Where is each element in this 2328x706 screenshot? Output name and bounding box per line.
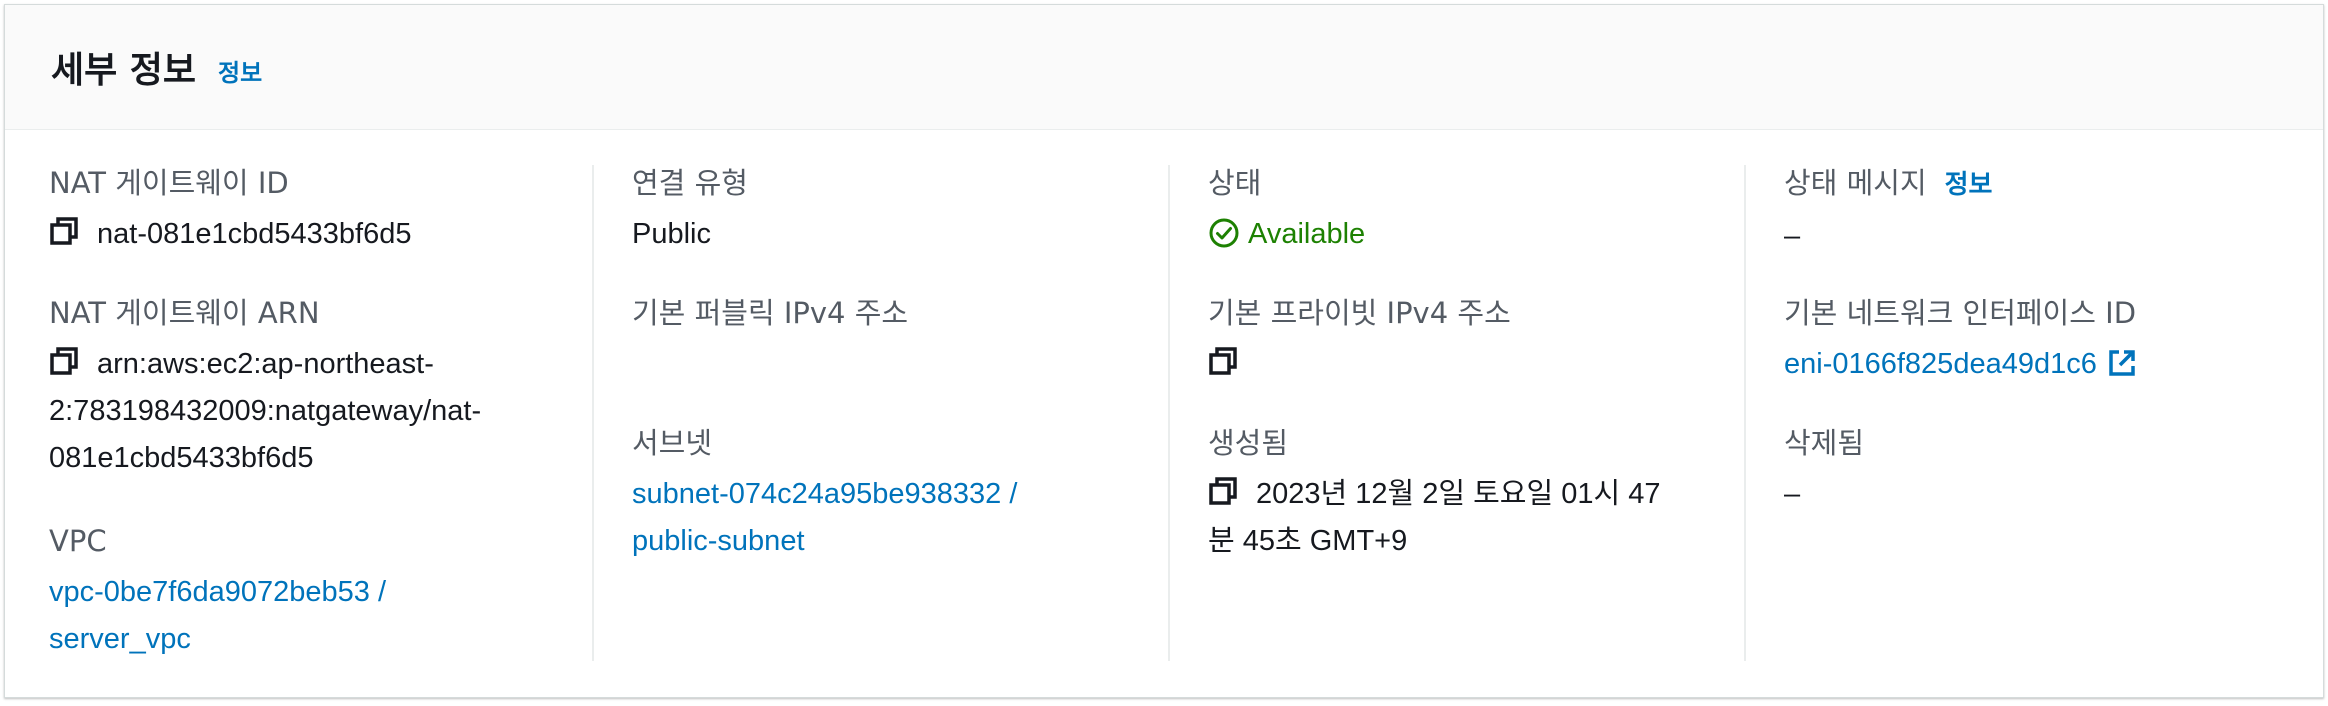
state-message-info-link[interactable]: 정보 [1945,170,1993,200]
subnet-line-1[interactable]: subnet-074c24a95be938332 / [632,478,1017,510]
state-message-label: 상태 메시지 정보 [1784,165,2319,203]
panel-title: 세부 정보 [51,50,197,91]
connectivity-type-value: Public [632,218,711,250]
vpc-field: VPC vpc-0be7f6da9072beb53 / server_vpc [49,523,591,663]
arn-line-1: arn:aws:ec2:ap-northeast- [97,348,434,380]
vpc-link[interactable]: vpc-0be7f6da9072beb53 / server_vpc [49,569,591,663]
network-interface-label: 기본 네트워크 인터페이스 ID [1784,296,2137,330]
state-message-label-text: 상태 메시지 [1784,166,1927,200]
details-column-1: NAT 게이트웨이 ID nat-081e1cbd5433bf6d5 NAT 게… [49,165,591,661]
copy-icon[interactable] [1208,346,1238,376]
state-label: 상태 [1208,166,1262,200]
public-ipv4-field: 기본 퍼블릭 IPv4 주소 [632,295,1167,341]
arn-line-2: 2:783198432009:natgateway/nat- [49,395,482,427]
nat-gateway-id-text: nat-081e1cbd5433bf6d5 [97,218,412,250]
created-field: 생성됨 2023년 12월 2일 토요일 01시 47 분 45초 GMT+9 [1208,425,1743,565]
connectivity-type-field: 연결 유형 Public [632,165,1167,258]
subnet-link[interactable]: subnet-074c24a95be938332 / public-subnet [632,471,1167,565]
network-interface-field: 기본 네트워크 인터페이스 ID eni-0166f825dea49d1c6 [1784,295,2319,388]
subnet-label: 서브넷 [632,426,713,460]
details-grid: NAT 게이트웨이 ID nat-081e1cbd5433bf6d5 NAT 게… [5,165,2323,661]
network-interface-id[interactable]: eni-0166f825dea49d1c6 [1784,348,2097,380]
private-ipv4-field: 기본 프라이빗 IPv4 주소 [1208,295,1743,388]
vpc-line-2[interactable]: server_vpc [49,623,191,655]
private-ipv4-label: 기본 프라이빗 IPv4 주소 [1208,296,1511,330]
created-label: 생성됨 [1208,426,1289,460]
private-ipv4-value [1208,341,1743,388]
details-panel: 세부 정보 정보 NAT 게이트웨이 ID nat-081e1cbd5433bf… [4,4,2324,698]
nat-gateway-id-field: NAT 게이트웨이 ID nat-081e1cbd5433bf6d5 [49,165,591,258]
details-column-2: 연결 유형 Public 기본 퍼블릭 IPv4 주소 서브넷 subnet-0… [592,165,1167,661]
nat-gateway-arn-value: arn:aws:ec2:ap-northeast- 2:783198432009… [49,341,591,482]
created-line-1: 2023년 12월 2일 토요일 01시 47 [1256,478,1661,510]
deleted-value: – [1784,478,1801,510]
vpc-label: VPC [49,524,107,558]
copy-icon[interactable] [1208,476,1238,506]
state-message-field: 상태 메시지 정보 – [1784,165,2319,260]
state-field: 상태 Available [1208,165,1743,258]
nat-gateway-id-value: nat-081e1cbd5433bf6d5 [49,211,591,258]
public-ipv4-label: 기본 퍼블릭 IPv4 주소 [632,296,909,330]
nat-gateway-arn-field: NAT 게이트웨이 ARN arn:aws:ec2:ap-northeast- … [49,295,591,482]
copy-icon[interactable] [49,216,79,246]
details-column-4: 상태 메시지 정보 – 기본 네트워크 인터페이스 ID eni-0166f825… [1744,165,2319,661]
created-line-2: 분 45초 GMT+9 [1208,525,1408,557]
copy-icon[interactable] [49,346,79,376]
deleted-label: 삭제됨 [1784,426,1865,460]
panel-header: 세부 정보 정보 [5,5,2323,130]
state-value: Available [1208,211,1743,258]
details-column-3: 상태 Available 기본 프라이빗 IPv4 주소 생성됨 2023년 1… [1168,165,1743,661]
created-value: 2023년 12월 2일 토요일 01시 47 분 45초 GMT+9 [1208,471,1743,565]
check-circle-icon [1209,218,1239,248]
connectivity-type-label: 연결 유형 [632,166,748,200]
vpc-line-1[interactable]: vpc-0be7f6da9072beb53 / [49,576,386,608]
external-link-icon[interactable] [2107,348,2137,378]
deleted-field: 삭제됨 – [1784,425,2319,518]
subnet-field: 서브넷 subnet-074c24a95be938332 / public-su… [632,425,1167,565]
arn-line-3: 081e1cbd5433bf6d5 [49,442,314,474]
network-interface-link[interactable]: eni-0166f825dea49d1c6 [1784,341,2319,388]
info-link[interactable]: 정보 [218,53,262,88]
subnet-line-2[interactable]: public-subnet [632,525,805,557]
nat-gateway-id-label: NAT 게이트웨이 ID [49,166,289,200]
state-text: Available [1248,218,1366,250]
state-message-value: – [1784,220,1801,252]
nat-gateway-arn-label: NAT 게이트웨이 ARN [49,296,320,330]
